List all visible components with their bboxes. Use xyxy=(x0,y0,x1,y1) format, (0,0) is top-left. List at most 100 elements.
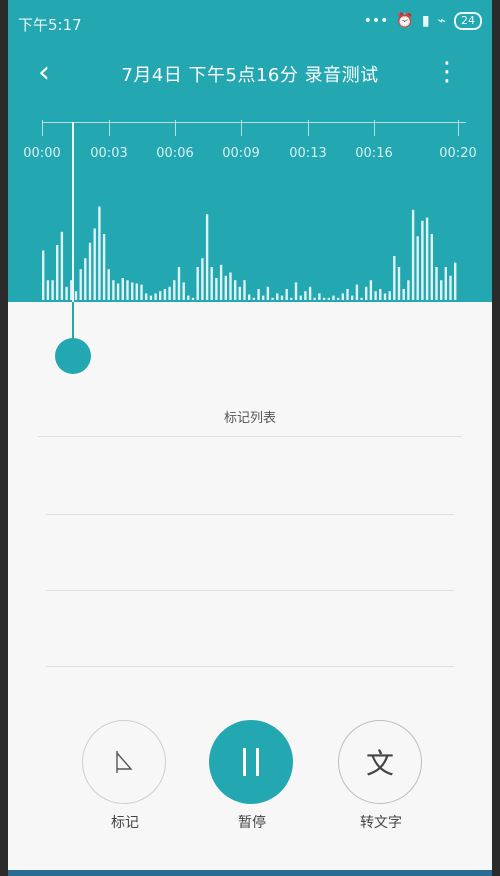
waveform-bar xyxy=(224,275,227,300)
waveform-bar xyxy=(266,286,270,300)
status-time: 下午5:17 xyxy=(18,16,82,34)
flag-icon xyxy=(116,751,133,773)
waveform-bar xyxy=(299,295,302,300)
tick-mark xyxy=(42,120,43,136)
waveform-bar xyxy=(257,289,260,300)
waveform-bar xyxy=(440,280,443,300)
pause-button[interactable] xyxy=(209,720,293,804)
waveform-bar xyxy=(205,214,209,300)
waveform-bar xyxy=(360,297,363,300)
waveform-bar xyxy=(210,267,213,300)
waveform-bar xyxy=(379,289,382,300)
divider xyxy=(46,514,454,515)
waveform-bar xyxy=(163,289,167,300)
waveform-bar xyxy=(234,280,237,300)
waveform-bar xyxy=(149,295,153,300)
waveform-bar xyxy=(121,278,124,300)
waveform-bar xyxy=(102,234,106,300)
time-label: 00:06 xyxy=(156,146,194,161)
waveform-bar xyxy=(215,278,218,300)
waveform-bar xyxy=(196,267,199,300)
waveform-bar xyxy=(159,291,162,300)
waveform-bar xyxy=(252,297,256,300)
transcribe-button[interactable]: 文 xyxy=(338,720,422,804)
waveform-bar xyxy=(98,206,101,300)
waveform-bar xyxy=(365,286,368,300)
waveform-bar xyxy=(74,291,78,300)
waveform-bar xyxy=(397,267,401,300)
waveform-bar xyxy=(322,297,326,300)
waveform-bar xyxy=(402,289,405,300)
alarm-icon: ⏰ xyxy=(396,13,414,29)
waveform-bar xyxy=(229,272,232,300)
signal-dots-icon: ••• xyxy=(363,13,389,29)
waveform-bar xyxy=(60,231,64,300)
mark-label: 标记 xyxy=(111,815,139,831)
tick-mark xyxy=(458,120,459,136)
more-options-button[interactable]: ⋮ xyxy=(434,58,460,86)
waveform-bar xyxy=(416,236,419,300)
waveform-bar xyxy=(388,291,391,300)
tick-mark xyxy=(308,120,309,136)
wifi-icon: ⌁ xyxy=(437,13,446,29)
time-label: 00:13 xyxy=(289,146,327,161)
playhead-line-lower xyxy=(72,302,74,342)
waveform-bar xyxy=(285,289,288,300)
waveform-bar xyxy=(369,280,373,300)
waveform-bar xyxy=(135,283,138,300)
mark-button[interactable] xyxy=(82,720,166,804)
pause-label: 暂停 xyxy=(238,815,266,831)
transcribe-control: 文 转文字 xyxy=(338,720,424,832)
waveform-bar xyxy=(145,293,148,300)
title-bar: ‹ 7月4日 下午5点16分 录音测试 ⋮ xyxy=(8,52,492,96)
time-label: 00:00 xyxy=(23,146,61,161)
recorder-screen: 下午5:17 ••• ⏰ ▮ ⌁ 24 ‹ 7月4日 下午5点16分 录音测试 … xyxy=(8,0,492,876)
waveform-bar xyxy=(140,284,143,300)
tick-mark xyxy=(241,120,242,136)
waveform-bar xyxy=(177,267,181,300)
waveform-bar xyxy=(355,284,359,300)
signal-icon: ▮ xyxy=(421,13,430,29)
waveform-bar xyxy=(374,291,377,300)
waveform-bar xyxy=(393,256,396,300)
tick-mark xyxy=(374,120,375,136)
waveform-bar xyxy=(65,286,68,300)
timeline-ruler[interactable]: 00:00 00:03 00:06 00:09 00:13 00:16 00:2… xyxy=(8,120,492,176)
waveform-bar xyxy=(449,275,452,300)
waveform-bar xyxy=(294,282,298,300)
waveform-bar xyxy=(351,295,354,300)
mark-control: 标记 xyxy=(82,720,168,832)
waveform-bar xyxy=(262,295,265,300)
divider xyxy=(38,436,462,437)
time-label: 00:03 xyxy=(90,146,128,161)
waveform-bar xyxy=(182,282,185,300)
pause-control: 暂停 xyxy=(209,720,295,832)
waveform-bar xyxy=(425,217,429,300)
waveform-bar xyxy=(332,295,335,300)
battery-icon: 24 xyxy=(454,12,482,30)
waveform-bar xyxy=(308,286,312,300)
recording-title: 7月4日 下午5点16分 录音测试 xyxy=(121,65,379,86)
waveform-bar xyxy=(112,280,115,300)
time-label: 00:20 xyxy=(439,146,477,161)
status-bar: 下午5:17 ••• ⏰ ▮ ⌁ 24 xyxy=(8,0,492,44)
waveform-bar xyxy=(313,297,316,300)
waveform-bar xyxy=(346,289,349,300)
waveform-bar xyxy=(88,242,92,300)
time-label: 00:16 xyxy=(355,146,393,161)
tick-mark xyxy=(175,120,176,136)
waveform-bar xyxy=(327,297,330,300)
waveform-bar xyxy=(173,280,176,300)
waveform-bar xyxy=(271,297,274,300)
waveform-bar xyxy=(290,297,293,300)
waveform-bar xyxy=(56,245,59,300)
waveform-bar xyxy=(454,262,457,300)
waveform-bar xyxy=(421,220,424,300)
waveform-bar xyxy=(191,297,195,300)
playhead-handle[interactable] xyxy=(55,338,91,374)
waveform-bar xyxy=(154,293,157,300)
waveform-bar xyxy=(46,280,50,300)
waveform-bar xyxy=(51,280,54,300)
waveform-bar xyxy=(280,295,284,300)
waveform-bar xyxy=(318,293,321,300)
